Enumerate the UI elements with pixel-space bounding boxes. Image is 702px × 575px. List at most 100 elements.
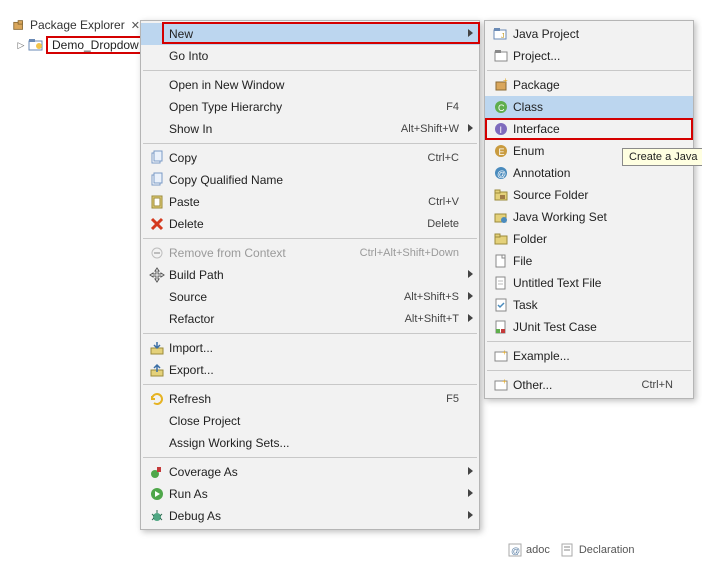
new-submenu-item[interactable]: Java Working Set — [485, 206, 693, 228]
context-menu-item[interactable]: New — [141, 23, 479, 45]
menu-item-shortcut: F4 — [436, 101, 459, 113]
context-menu-item[interactable]: Export... — [141, 359, 479, 381]
view-tab[interactable]: Package Explorer ✕ — [12, 18, 140, 32]
context-menu-item[interactable]: RefreshF5 — [141, 388, 479, 410]
menu-item-label: Refactor — [169, 312, 395, 326]
junit-icon — [493, 319, 509, 335]
class-icon: C — [493, 99, 509, 115]
view-title: Package Explorer — [30, 18, 125, 32]
submenu-arrow-icon — [468, 489, 473, 497]
new-submenu-item[interactable]: JUnit Test Case — [485, 316, 693, 338]
context-menu-item[interactable]: RefactorAlt+Shift+T — [141, 308, 479, 330]
new-submenu-item[interactable]: File — [485, 250, 693, 272]
new-submenu: JJava Project Project... +Package C Class IIn… — [484, 20, 694, 399]
declaration-icon — [560, 542, 576, 558]
menu-item-label: Remove from Context — [169, 246, 350, 260]
menu-item-label: Open Type Hierarchy — [169, 100, 436, 114]
context-menu-item[interactable]: Open in New Window — [141, 74, 479, 96]
context-menu-item[interactable]: Debug As — [141, 505, 479, 527]
menu-item-label: Class — [513, 100, 673, 114]
menu-item-label: Project... — [513, 49, 673, 63]
refresh-icon — [149, 391, 165, 407]
menu-item-label: Example... — [513, 349, 673, 363]
new-submenu-item[interactable]: C Class — [485, 96, 693, 118]
close-icon[interactable]: ✕ — [131, 19, 140, 32]
svg-text:J: J — [501, 33, 505, 40]
menu-item-label: Java Working Set — [513, 210, 673, 224]
expand-caret-icon[interactable]: ▷ — [16, 40, 26, 51]
separator — [143, 457, 477, 458]
new-submenu-item[interactable]: JJava Project — [485, 23, 693, 45]
context-menu-item[interactable]: Assign Working Sets... — [141, 432, 479, 454]
new-submenu-item[interactable]: +Example... — [485, 345, 693, 367]
delete-icon — [149, 216, 165, 232]
context-menu-item[interactable]: Run As — [141, 483, 479, 505]
context-menu: NewGo IntoOpen in New WindowOpen Type Hi… — [140, 20, 480, 530]
menu-item-label: Untitled Text File — [513, 276, 673, 290]
context-menu-item[interactable]: Go Into — [141, 45, 479, 67]
svg-text:+: + — [502, 377, 507, 386]
menu-item-shortcut: Alt+Shift+W — [391, 123, 459, 135]
submenu-arrow-icon — [468, 292, 473, 300]
svg-text:C: C — [498, 103, 505, 113]
context-menu-item[interactable]: Coverage As — [141, 461, 479, 483]
interface-icon: I — [493, 121, 509, 137]
svg-text:+: + — [503, 77, 508, 85]
context-menu-item[interactable]: CopyCtrl+C — [141, 147, 479, 169]
copy-icon — [149, 150, 165, 166]
submenu-arrow-icon — [468, 314, 473, 322]
separator — [143, 238, 477, 239]
menu-item-label: File — [513, 254, 673, 268]
new-submenu-item[interactable]: +Package — [485, 74, 693, 96]
package-explorer-icon — [12, 18, 26, 32]
context-menu-item[interactable]: Copy Qualified Name — [141, 169, 479, 191]
enum-icon: E — [493, 143, 509, 159]
svg-text:@: @ — [511, 546, 520, 556]
menu-item-label: Annotation — [513, 166, 673, 180]
new-submenu-item[interactable]: Folder — [485, 228, 693, 250]
tab-javadoc[interactable]: @ adoc — [507, 542, 550, 558]
new-submenu-item[interactable]: Untitled Text File — [485, 272, 693, 294]
context-menu-item[interactable]: Open Type HierarchyF4 — [141, 96, 479, 118]
tab-declaration[interactable]: Declaration — [560, 542, 635, 558]
separator — [143, 143, 477, 144]
menu-item-shortcut: Delete — [417, 218, 459, 230]
other-icon: + — [493, 377, 509, 393]
new-submenu-item[interactable]: IInterface — [485, 118, 693, 140]
menu-item-label: Build Path — [169, 268, 459, 282]
separator — [143, 333, 477, 334]
new-submenu-item[interactable]: Task — [485, 294, 693, 316]
context-menu-item[interactable]: Close Project — [141, 410, 479, 432]
context-menu-item[interactable]: Build Path — [141, 264, 479, 286]
new-submenu-item[interactable]: Source Folder — [485, 184, 693, 206]
run-icon — [149, 486, 165, 502]
context-menu-item[interactable]: PasteCtrl+V — [141, 191, 479, 213]
submenu-arrow-icon — [468, 29, 473, 37]
menu-item-label: Delete — [169, 217, 417, 231]
menu-item-label: Run As — [169, 487, 459, 501]
tooltip-text: Create a Java — [629, 151, 697, 163]
context-menu-item[interactable]: SourceAlt+Shift+S — [141, 286, 479, 308]
separator — [143, 384, 477, 385]
new-submenu-item[interactable]: Project... — [485, 45, 693, 67]
tooltip: Create a Java — [622, 148, 702, 166]
menu-item-shortcut: Ctrl+Alt+Shift+Down — [350, 247, 459, 259]
new-submenu-item[interactable]: +Other...Ctrl+N — [485, 374, 693, 396]
coverage-icon — [149, 464, 165, 480]
annotation-icon: @ — [493, 165, 509, 181]
menu-item-label: Coverage As — [169, 465, 459, 479]
menu-item-label: Source — [169, 290, 394, 304]
context-menu-item[interactable]: Show InAlt+Shift+W — [141, 118, 479, 140]
separator — [487, 70, 691, 71]
context-menu-item[interactable]: Import... — [141, 337, 479, 359]
untitled-file-icon — [493, 275, 509, 291]
remove-context-icon — [149, 245, 165, 261]
tab-label: adoc — [526, 544, 550, 556]
bottom-tab-bar: @ adoc Declaration — [507, 542, 635, 558]
menu-item-shortcut: Ctrl+V — [418, 196, 459, 208]
project-name[interactable]: Demo_Dropdow — [46, 36, 145, 54]
package-explorer-tree[interactable]: ▷ Demo_Dropdow — [16, 36, 145, 54]
separator — [143, 70, 477, 71]
context-menu-item[interactable]: DeleteDelete — [141, 213, 479, 235]
tree-row[interactable]: ▷ Demo_Dropdow — [16, 36, 145, 54]
